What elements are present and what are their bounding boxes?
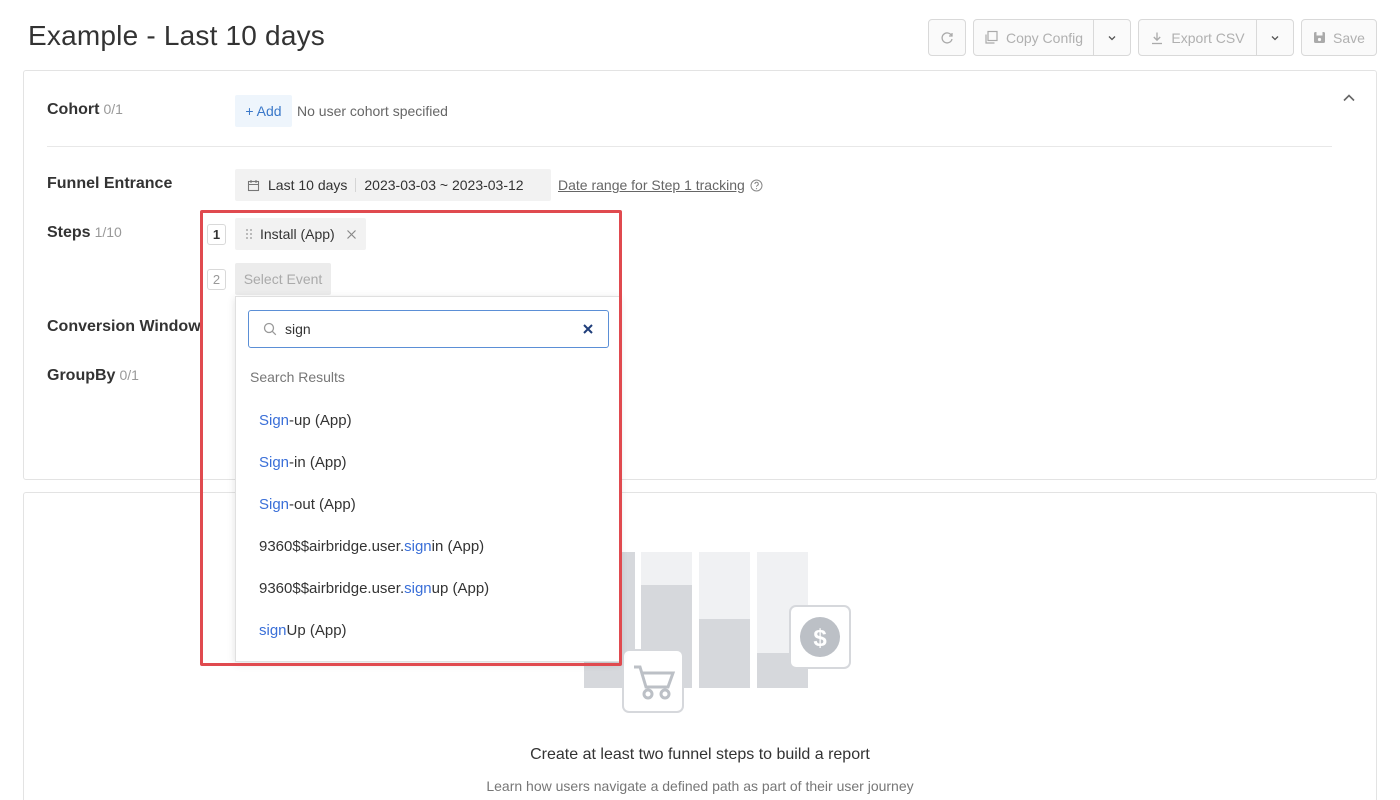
- step-number: 2: [207, 269, 226, 290]
- result-text-match: sign: [404, 579, 432, 597]
- empty-state-title: Create at least two funnel steps to buil…: [530, 746, 870, 763]
- funnel-entrance-label: Funnel Entrance: [47, 175, 173, 192]
- cohort-count: 0/1: [103, 101, 123, 117]
- page-title: Example - Last 10 days: [28, 20, 325, 51]
- groupby-label: GroupBy 0/1: [47, 367, 139, 384]
- copy-config-label: Copy Config: [1005, 29, 1084, 46]
- result-text-post: -in (App): [289, 453, 347, 471]
- copy-config-button[interactable]: Copy Config: [973, 19, 1094, 56]
- refresh-button[interactable]: [928, 19, 966, 56]
- result-text-match: sign: [404, 537, 432, 555]
- copy-icon: [985, 30, 998, 44]
- search-icon: [263, 322, 277, 336]
- copy-config-dropdown-button[interactable]: [1093, 19, 1131, 56]
- calendar-icon: [247, 179, 260, 191]
- export-csv-button[interactable]: Export CSV: [1138, 19, 1257, 56]
- date-range-label: Last 10 days: [268, 177, 348, 193]
- download-icon: [1152, 32, 1163, 44]
- result-text-pre: 9360$$airbridge.user.: [259, 579, 405, 597]
- groupby-count: 0/1: [119, 367, 139, 383]
- event-search-dropdown: Search Results Sign-up (App)Sign-in (App…: [235, 296, 620, 662]
- result-text-post: -up (App): [289, 411, 352, 429]
- result-text-post: -out (App): [289, 495, 356, 513]
- result-text-pre: 9360$$airbridge.user.: [259, 537, 405, 555]
- export-csv-dropdown-button[interactable]: [1256, 19, 1294, 56]
- select-event-button[interactable]: Select Event: [235, 263, 331, 295]
- result-text-match: Sign: [259, 453, 290, 471]
- event-search-box[interactable]: [248, 310, 609, 348]
- result-text-match: Sign: [259, 495, 290, 513]
- step-name: Install (App): [260, 226, 335, 242]
- chevron-up-icon[interactable]: [1341, 90, 1357, 106]
- help-circle-icon: [750, 179, 763, 191]
- result-text-match: sign: [259, 621, 287, 639]
- cart-icon: [622, 649, 684, 713]
- divider: [47, 146, 1332, 147]
- svg-text:$: $: [813, 625, 827, 652]
- search-result-item[interactable]: 9360$$airbridge.user. sign up (App): [236, 567, 619, 609]
- clear-search-icon[interactable]: [582, 323, 594, 335]
- event-search-input[interactable]: [285, 321, 565, 337]
- search-result-item[interactable]: Sign -in (App): [236, 441, 619, 483]
- date-range-picker[interactable]: Last 10 days 2023-03-03 ~ 2023-03-12: [235, 169, 551, 201]
- cohort-label: Cohort 0/1: [47, 101, 123, 118]
- export-csv-label: Export CSV: [1171, 29, 1245, 46]
- save-icon: [1314, 32, 1326, 43]
- conversion-window-label: Conversion Window: [47, 318, 201, 335]
- save-button[interactable]: Save: [1301, 19, 1377, 56]
- result-text-post: up (App): [431, 579, 490, 597]
- funnel-config-panel: [23, 70, 1377, 480]
- search-result-item[interactable]: Sign -out (App): [236, 483, 619, 525]
- result-text-match: Sign: [259, 411, 290, 429]
- steps-count: 1/10: [94, 224, 122, 240]
- drag-handle-icon[interactable]: [245, 228, 253, 240]
- search-result-item[interactable]: 9360$$airbridge.user. sign in (App): [236, 525, 619, 567]
- search-result-item[interactable]: sign Up (App): [236, 609, 619, 651]
- search-results-title: Search Results: [250, 369, 345, 385]
- refresh-icon: [941, 31, 953, 44]
- result-text-post: Up (App): [286, 621, 347, 639]
- chevron-down-icon: [1108, 35, 1116, 40]
- date-range-value: 2023-03-03 ~ 2023-03-12: [364, 177, 524, 193]
- chevron-down-icon: [1271, 35, 1279, 40]
- empty-state-subtitle: Learn how users navigate a defined path …: [486, 778, 914, 794]
- steps-label: Steps 1/10: [47, 224, 122, 241]
- funnel-illustration: $: [584, 552, 851, 713]
- save-label: Save: [1333, 29, 1365, 46]
- close-icon[interactable]: [346, 229, 357, 240]
- date-range-help-text: Date range for Step 1 tracking: [558, 177, 745, 193]
- step-number: 1: [207, 224, 226, 245]
- result-text-post: in (App): [431, 537, 485, 555]
- add-cohort-button[interactable]: + Add: [235, 95, 292, 127]
- search-result-item[interactable]: Sign -up (App): [236, 399, 619, 441]
- step-chip[interactable]: Install (App): [235, 218, 366, 250]
- cohort-empty-text: No user cohort specified: [297, 103, 448, 119]
- date-range-help-link[interactable]: Date range for Step 1 tracking: [558, 177, 763, 193]
- separator: [355, 178, 357, 192]
